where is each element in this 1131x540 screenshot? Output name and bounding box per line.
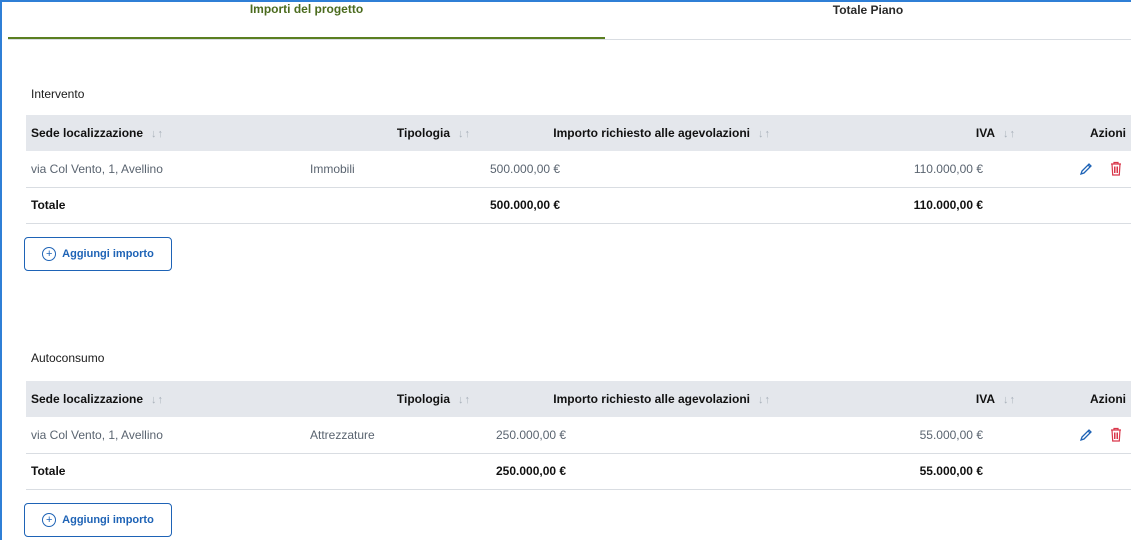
table-total-row: Totale 500.000,00 € 110.000,00 € bbox=[26, 187, 1131, 224]
col-header-iva[interactable]: IVA ↓↑ bbox=[776, 381, 1021, 417]
plus-circle-icon: + bbox=[42, 513, 57, 527]
table-row: via Col Vento, 1, Avellino Immobili 500.… bbox=[26, 151, 1131, 188]
sort-arrows-icon[interactable]: ↓↑ bbox=[151, 394, 164, 406]
plus-circle-icon: + bbox=[42, 247, 57, 261]
cell-importo: 250.000,00 € bbox=[476, 417, 776, 454]
cell-tipologia: Immobili bbox=[296, 151, 476, 188]
intervento-table: Sede localizzazione ↓↑ Tipologia ↓↑ Import… bbox=[26, 115, 1131, 224]
total-importo: 250.000,00 € bbox=[476, 453, 776, 490]
total-label: Totale bbox=[26, 453, 296, 490]
tab-bar: Importi del progetto Totale Piano bbox=[8, 0, 1131, 40]
sort-arrows-icon[interactable]: ↓↑ bbox=[758, 128, 771, 140]
col-header-importo[interactable]: Importo richiesto alle agevolazioni ↓↑ bbox=[476, 115, 776, 151]
col-header-tipologia[interactable]: Tipologia ↓↑ bbox=[296, 115, 476, 151]
tab-importi-del-progetto[interactable]: Importi del progetto bbox=[8, 0, 605, 39]
table-header-row: Sede localizzazione ↓↑ Tipologia ↓↑ Import… bbox=[26, 115, 1131, 151]
cell-actions bbox=[1021, 417, 1131, 454]
add-importo-button[interactable]: + Aggiungi importo bbox=[24, 237, 172, 271]
cell-sede: via Col Vento, 1, Avellino bbox=[26, 151, 296, 188]
col-header-iva[interactable]: IVA ↓↑ bbox=[776, 115, 1021, 151]
col-header-sede[interactable]: Sede localizzazione ↓↑ bbox=[26, 381, 296, 417]
cell-iva: 55.000,00 € bbox=[776, 417, 1021, 454]
trash-icon[interactable] bbox=[1108, 427, 1124, 443]
cell-importo: 500.000,00 € bbox=[476, 151, 776, 188]
col-header-importo[interactable]: Importo richiesto alle agevolazioni ↓↑ bbox=[476, 381, 776, 417]
add-button-label: Aggiungi importo bbox=[62, 514, 154, 526]
cell-iva: 110.000,00 € bbox=[776, 151, 1021, 188]
sort-arrows-icon[interactable]: ↓↑ bbox=[1003, 394, 1016, 406]
section-title-intervento: Intervento bbox=[31, 87, 85, 101]
total-iva: 55.000,00 € bbox=[776, 453, 1021, 490]
add-importo-button[interactable]: + Aggiungi importo bbox=[24, 503, 172, 537]
table-total-row: Totale 250.000,00 € 55.000,00 € bbox=[26, 453, 1131, 490]
col-header-azioni: Azioni bbox=[1021, 115, 1131, 151]
sort-arrows-icon[interactable]: ↓↑ bbox=[458, 128, 471, 140]
col-header-tipologia[interactable]: Tipologia ↓↑ bbox=[296, 381, 476, 417]
cell-sede: via Col Vento, 1, Avellino bbox=[26, 417, 296, 454]
sort-arrows-icon[interactable]: ↓↑ bbox=[458, 394, 471, 406]
sort-arrows-icon[interactable]: ↓↑ bbox=[758, 394, 771, 406]
table-header-row: Sede localizzazione ↓↑ Tipologia ↓↑ Import… bbox=[26, 381, 1131, 417]
add-button-label: Aggiungi importo bbox=[62, 248, 154, 260]
tab-label: Totale Piano bbox=[832, 3, 904, 17]
total-importo: 500.000,00 € bbox=[476, 187, 776, 224]
col-header-azioni: Azioni bbox=[1021, 381, 1131, 417]
tab-label: Importi del progetto bbox=[249, 1, 364, 16]
pencil-icon[interactable] bbox=[1078, 161, 1094, 177]
tab-totale-piano[interactable]: Totale Piano bbox=[605, 0, 1131, 40]
cell-actions bbox=[1021, 151, 1131, 188]
trash-icon[interactable] bbox=[1108, 161, 1124, 177]
table-row: via Col Vento, 1, Avellino Attrezzature … bbox=[26, 417, 1131, 454]
col-header-sede[interactable]: Sede localizzazione ↓↑ bbox=[26, 115, 296, 151]
pencil-icon[interactable] bbox=[1078, 427, 1094, 443]
autoconsumo-table: Sede localizzazione ↓↑ Tipologia ↓↑ Import… bbox=[26, 381, 1131, 490]
cell-tipologia: Attrezzature bbox=[296, 417, 476, 454]
total-iva: 110.000,00 € bbox=[776, 187, 1021, 224]
sort-arrows-icon[interactable]: ↓↑ bbox=[151, 128, 164, 140]
section-title-autoconsumo: Autoconsumo bbox=[31, 351, 105, 365]
total-label: Totale bbox=[26, 187, 296, 224]
sort-arrows-icon[interactable]: ↓↑ bbox=[1003, 128, 1016, 140]
